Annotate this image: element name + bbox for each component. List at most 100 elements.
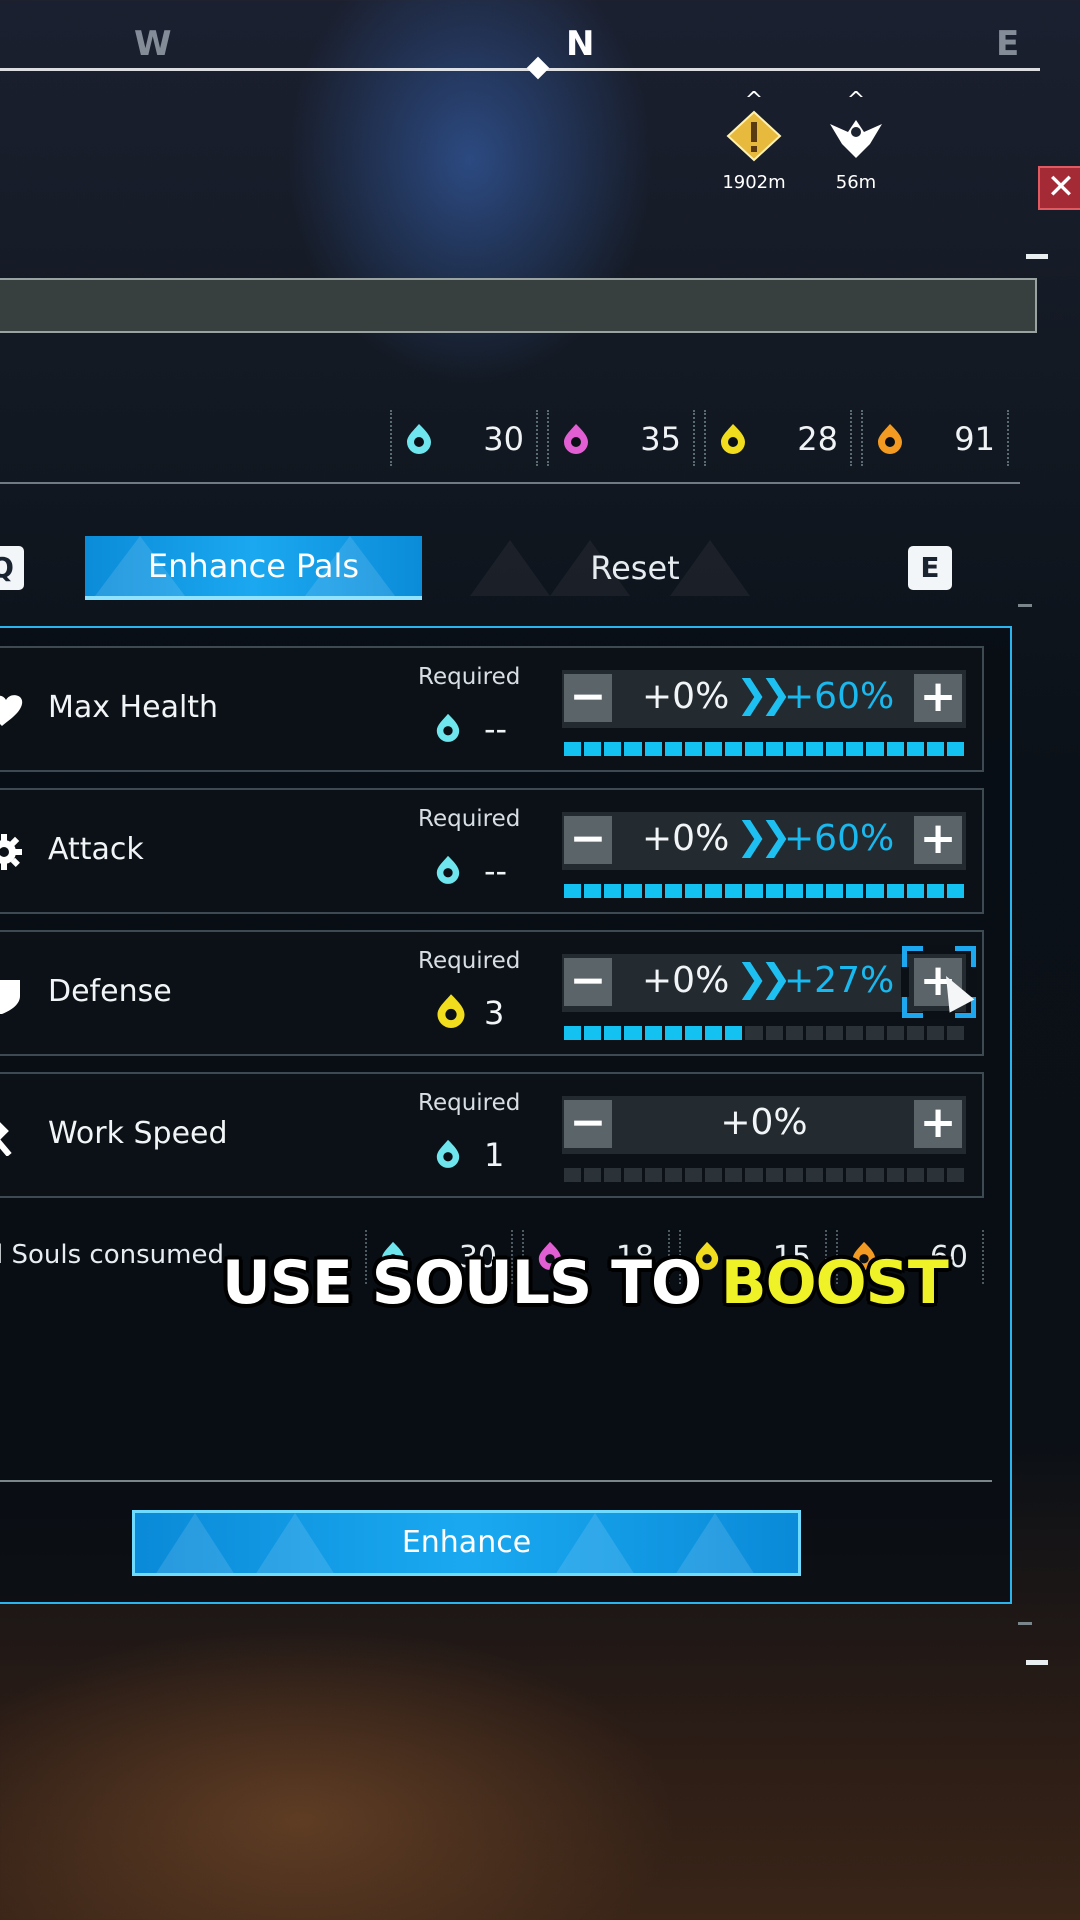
tower-icon [726,110,782,162]
key-q-badge[interactable]: Q [0,546,24,590]
souls-consumed-label: l Souls consumed [0,1240,224,1270]
progress-segment [644,884,662,898]
increase-button[interactable]: + [914,1100,962,1148]
eagle-icon [830,120,882,158]
scroll-tick [1018,1622,1032,1625]
progress-segment [604,742,622,756]
progress-segment [866,884,884,898]
progress-segment [564,1026,582,1040]
key-e-badge[interactable]: E [908,546,952,590]
compass-east: E [996,24,1020,64]
stat-row-attack: Attack Required -- − +0% ❯❯ +60% + [0,788,984,914]
progress-segment [584,1026,602,1040]
target-value: +27% [784,960,895,1001]
progress-segment [826,742,844,756]
increase-button[interactable]: + [914,816,962,864]
target-value: +60% [784,818,895,859]
increase-button[interactable]: + [914,674,962,722]
compass-west: W [134,24,172,64]
hammer-icon [0,1121,12,1156]
progress-segment [705,1168,723,1182]
progress-segment [584,1168,602,1182]
progress-segment [684,1026,703,1040]
progress-segment [644,1026,662,1040]
soul-inventory-yellow: 28 [704,410,852,466]
compass-heading-marker [526,56,550,80]
stat-name: Max Health [48,690,219,725]
progress-segment [644,742,662,756]
progress-segment [886,1168,904,1182]
decrease-button[interactable]: − [564,958,612,1006]
progress-segment [886,1026,904,1040]
progress-segment [785,742,803,756]
gear-icon [0,834,22,870]
close-icon[interactable]: ✕ [1038,166,1080,210]
progress-segment [684,742,703,756]
progress-segment [664,884,682,898]
progress-segment [785,884,803,898]
pink-soul-icon [564,424,588,454]
progress-segment [805,1168,824,1182]
progress-segment [684,884,703,898]
progress-segment [604,1168,622,1182]
enhance-button-label: Enhance [401,1525,532,1560]
progress-segment [705,742,723,756]
progress-segment [846,742,864,756]
progress-segment [564,742,582,756]
decrease-button[interactable]: − [564,674,612,722]
current-value: +0% [642,818,730,859]
yellow-soul-icon [437,994,465,1028]
progress-bar [564,1168,965,1182]
stat-control: − +0% ❯❯ +60% + [562,670,972,766]
progress-segment [826,1168,844,1182]
progress-bar [564,1026,965,1040]
required-label: Required [418,1090,521,1116]
progress-segment [745,884,763,898]
tab-reset-label: Reset [590,549,680,587]
enhance-button[interactable]: Enhance [132,1510,801,1576]
progress-segment [946,1168,965,1182]
progress-segment [846,1026,864,1040]
progress-segment [886,884,904,898]
progress-segment [805,1026,824,1040]
current-value: +0% [720,1102,808,1143]
required-label: Required [418,664,521,690]
required-label: Required [418,806,521,832]
progress-segment [906,884,924,898]
current-value: +0% [642,960,730,1001]
tab-enhance-pals[interactable]: Enhance Pals [85,536,422,600]
stat-control: − +0% ❯❯ +27% + [562,945,977,1050]
cyan-soul-icon [436,855,460,884]
progress-segment [725,1026,743,1040]
cyan-soul-icon [436,713,460,742]
chevron-right-icon: ❯❯ [736,814,792,858]
tab-reset[interactable]: Reset [470,536,800,600]
stat-name: Attack [48,832,144,867]
progress-segment [765,742,783,756]
progress-segment [745,1168,763,1182]
stat-name: Defense [48,974,172,1009]
progress-segment [664,1168,682,1182]
progress-segment [866,1168,884,1182]
progress-bar [564,884,965,898]
soul-inventory: 30 35 28 91 [390,410,1018,466]
soul-inventory-cyan: 30 [390,410,538,466]
progress-segment [564,884,582,898]
progress-segment [604,1026,622,1040]
decrease-button[interactable]: − [564,816,612,864]
progress-segment [584,884,602,898]
progress-segment [805,884,824,898]
shield-icon [0,980,20,1014]
compass-north: N [566,24,595,64]
progress-segment [785,1168,803,1182]
progress-segment [725,884,743,898]
progress-segment [584,742,602,756]
progress-segment [624,1026,642,1040]
eagle-marker: ^ 56m [806,90,906,193]
progress-segment [705,1026,723,1040]
pal-name-bar [0,278,1037,333]
cyan-soul-icon [436,1139,460,1168]
progress-segment [946,742,965,756]
stat-control: − +0% ❯❯ +60% + [562,812,972,908]
progress-segment [906,742,924,756]
